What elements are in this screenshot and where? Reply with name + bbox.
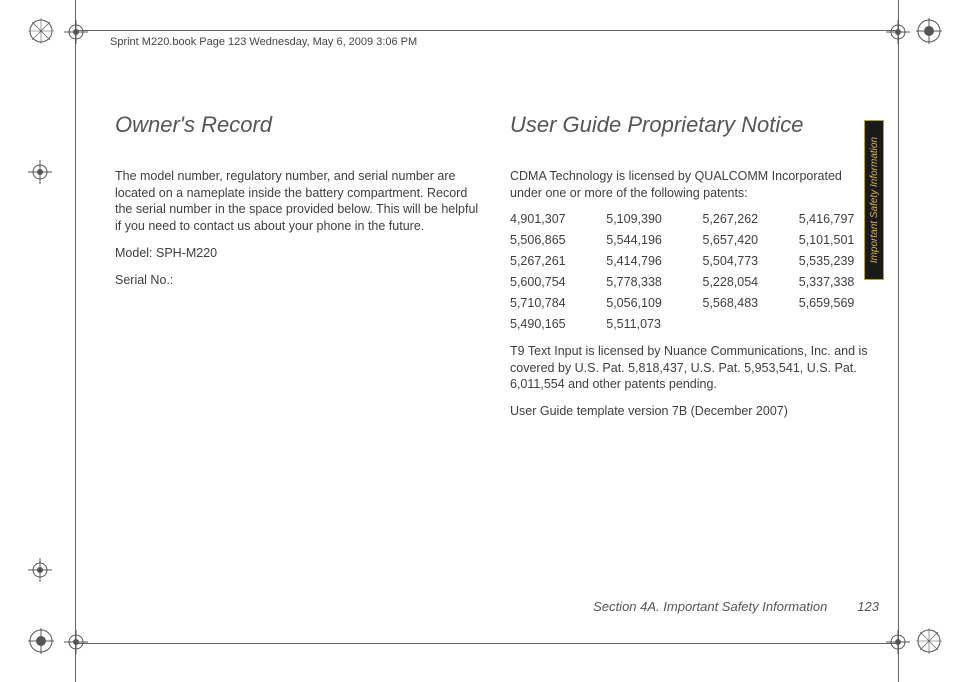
crop-target-icon (886, 20, 910, 44)
left-column: Owner's Record The model number, regulat… (115, 110, 480, 430)
patent-number: 5,600,754 (510, 274, 586, 291)
patent-number: 5,659,569 (799, 295, 875, 312)
patent-number (799, 316, 875, 333)
patent-number: 5,657,420 (703, 232, 779, 249)
patent-number: 5,778,338 (606, 274, 682, 291)
crop-target-icon (64, 630, 88, 654)
section-label: Section 4A. Important Safety Information (593, 599, 827, 614)
patent-number: 5,267,262 (703, 211, 779, 228)
owners-record-heading: Owner's Record (115, 110, 480, 140)
patent-number: 5,228,054 (703, 274, 779, 291)
patent-number: 5,511,073 (606, 316, 682, 333)
proprietary-notice-heading: User Guide Proprietary Notice (510, 110, 875, 140)
patent-number (703, 316, 779, 333)
crop-target-icon (886, 630, 910, 654)
template-version: User Guide template version 7B (December… (510, 403, 875, 420)
crop-target-icon (64, 20, 88, 44)
patent-number: 5,504,773 (703, 253, 779, 270)
crop-line-top (75, 30, 899, 31)
patent-number: 5,109,390 (606, 211, 682, 228)
right-column: User Guide Proprietary Notice CDMA Techn… (510, 110, 875, 430)
registration-mark-icon (28, 18, 54, 44)
crop-target-icon (28, 160, 52, 184)
cdma-intro: CDMA Technology is licensed by QUALCOMM … (510, 168, 875, 202)
serial-line: Serial No.: (115, 272, 480, 289)
section-side-tab: Important Safety Information (864, 120, 884, 280)
page-content: Owner's Record The model number, regulat… (115, 110, 875, 430)
model-line: Model: SPH-M220 (115, 245, 480, 262)
patent-number: 5,506,865 (510, 232, 586, 249)
patent-number: 5,710,784 (510, 295, 586, 312)
patent-number: 5,568,483 (703, 295, 779, 312)
crop-line-right (898, 0, 899, 682)
registration-mark-icon (916, 18, 942, 44)
side-tab-label: Important Safety Information (869, 137, 880, 263)
patent-number: 4,901,307 (510, 211, 586, 228)
patent-number: 5,056,109 (606, 295, 682, 312)
patent-number: 5,490,165 (510, 316, 586, 333)
patent-number: 5,544,196 (606, 232, 682, 249)
page-number: 123 (857, 599, 879, 614)
owners-record-body: The model number, regulatory number, and… (115, 168, 480, 236)
crop-line-left (75, 0, 76, 682)
patent-grid: 4,901,3075,109,3905,267,2625,416,7975,50… (510, 211, 875, 332)
t9-notice: T9 Text Input is licensed by Nuance Comm… (510, 343, 875, 394)
crop-target-icon (28, 558, 52, 582)
patent-number: 5,267,261 (510, 253, 586, 270)
patent-number: 5,414,796 (606, 253, 682, 270)
page-footer: Section 4A. Important Safety Information… (593, 599, 879, 614)
registration-mark-icon (916, 628, 942, 654)
running-head: Sprint M220.book Page 123 Wednesday, May… (110, 36, 417, 48)
crop-line-bottom (75, 643, 899, 644)
registration-mark-icon (28, 628, 54, 654)
